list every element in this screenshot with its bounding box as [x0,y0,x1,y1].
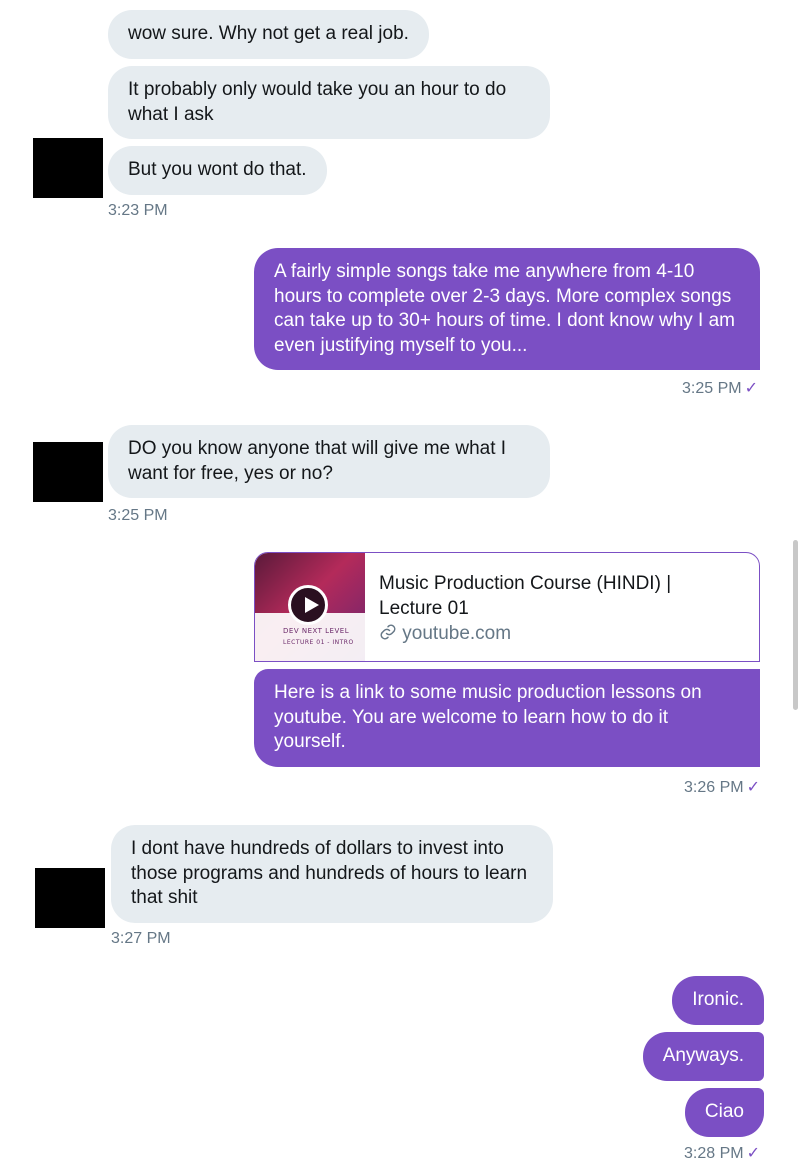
timestamp-text: 3:25 PM [682,380,742,397]
read-check-icon: ✓ [744,380,758,397]
message-received: It probably only would take you an hour … [108,66,550,139]
message-timestamp: 3:28 PM ✓ [684,1143,760,1163]
message-timestamp: 3:27 PM [111,930,171,947]
message-timestamp: 3:25 PM [108,507,168,524]
message-received: I dont have hundreds of dollars to inves… [111,825,553,923]
message-sent: Ironic. [672,976,764,1025]
message-sent: Anyways. [642,1032,764,1081]
link-icon [380,624,396,640]
avatar[interactable] [33,442,103,502]
message-received: DO you know anyone that will give me wha… [108,425,550,498]
link-domain-text: youtube.com [402,623,512,644]
avatar[interactable] [33,138,103,198]
thumbnail-caption: DEV NEXT LEVEL [283,627,350,635]
message-sent: Here is a link to some music production … [254,669,760,767]
read-check-icon: ✓ [746,779,760,796]
message-sent: Ciao [684,1088,764,1137]
timestamp-text: 3:26 PM [684,779,744,796]
play-icon[interactable] [288,585,328,625]
message-timestamp: 3:23 PM [108,202,168,219]
message-timestamp: 3:26 PM ✓ [684,777,760,797]
message-received: wow sure. Why not get a real job. [108,10,429,59]
read-check-icon: ✓ [746,1145,760,1162]
avatar[interactable] [35,868,105,928]
message-timestamp: 3:25 PM ✓ [682,378,758,398]
message-received: But you wont do that. [108,146,327,195]
link-preview-card[interactable]: DEV NEXT LEVEL LECTURE 01 - INTRO Music … [254,552,760,662]
timestamp-text: 3:28 PM [684,1145,744,1162]
scrollbar[interactable] [793,540,798,710]
video-thumbnail[interactable]: DEV NEXT LEVEL LECTURE 01 - INTRO [255,553,365,661]
link-domain: youtube.com [379,623,511,645]
link-title[interactable]: Music Production Course (HINDI) | Lectur… [379,571,709,621]
message-sent: A fairly simple songs take me anywhere f… [254,248,760,370]
thumbnail-subcaption: LECTURE 01 - INTRO [283,639,354,646]
